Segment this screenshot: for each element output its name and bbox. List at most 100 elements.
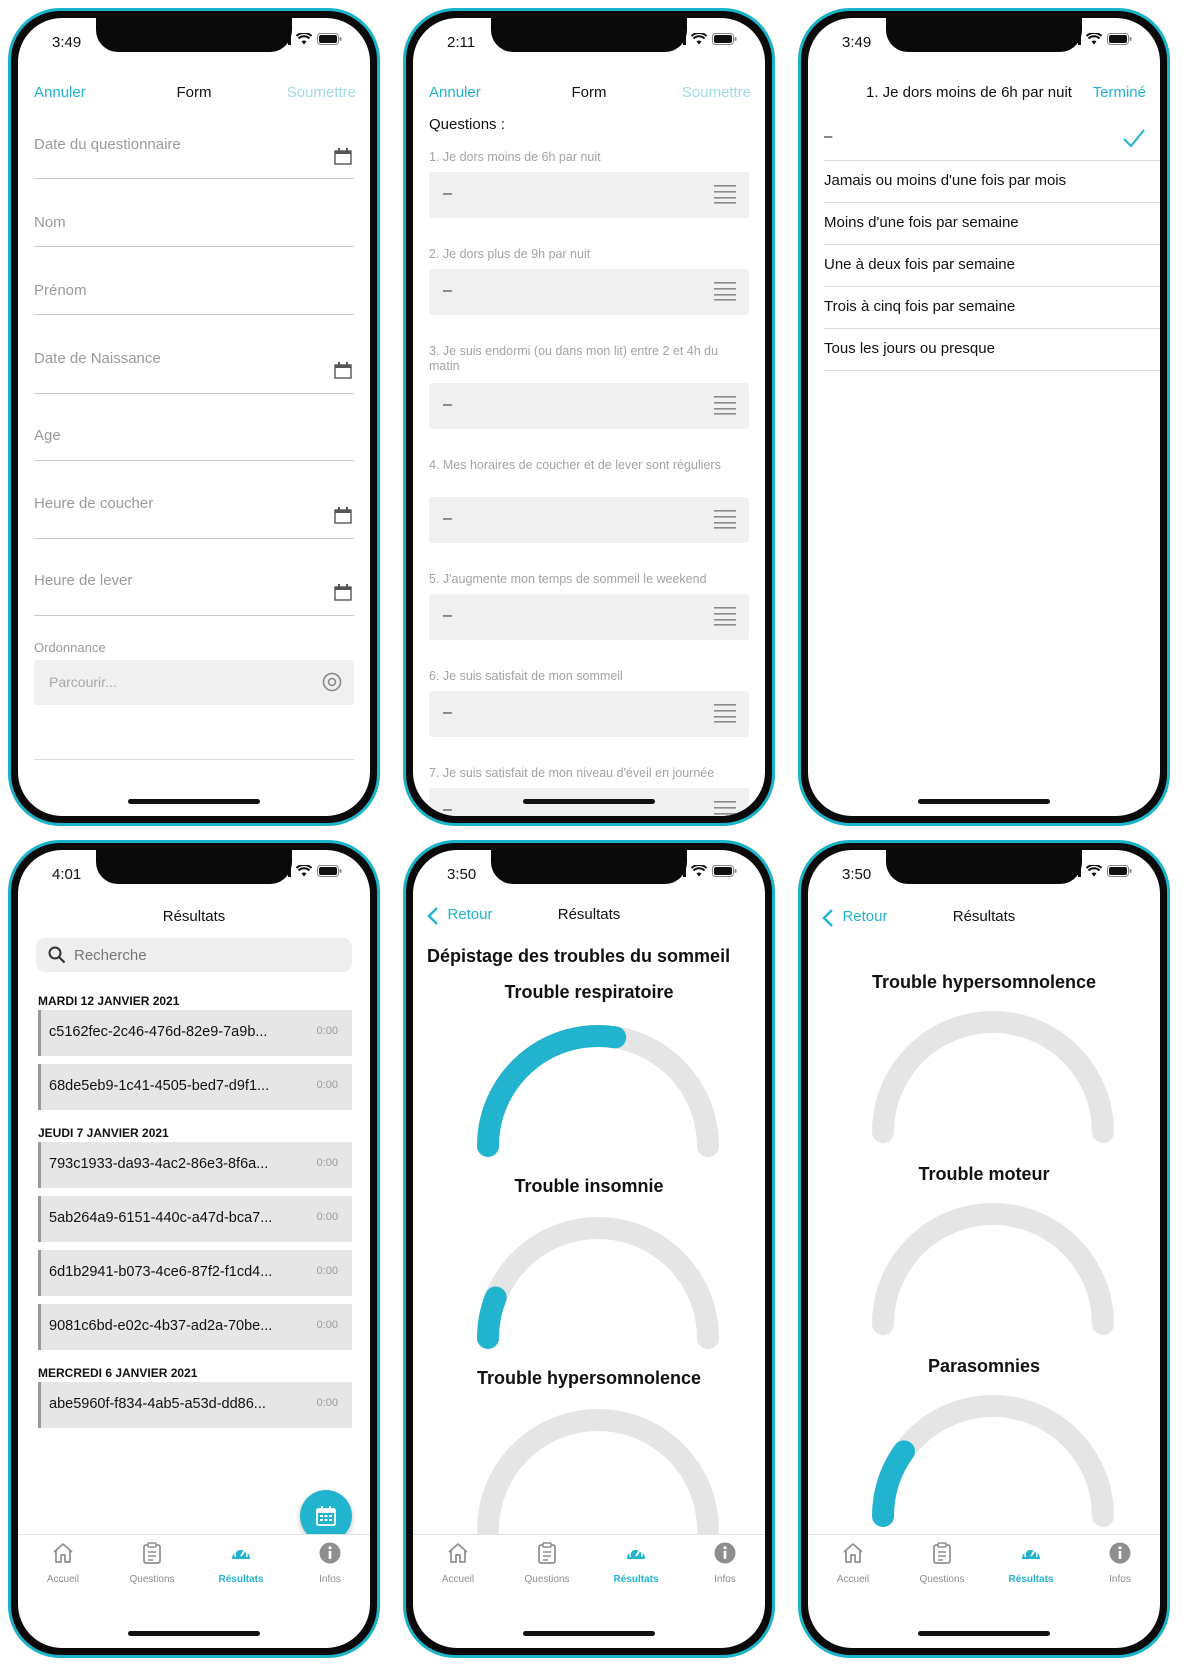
gauge-title: Trouble insomnie: [514, 1176, 664, 1196]
tab-accueil[interactable]: Accueil: [23, 1541, 103, 1585]
gauge-trouble-hypersomnolence: [477, 1409, 719, 1541]
answer-select[interactable]: –: [429, 383, 749, 429]
result-time: 0:00: [316, 1025, 338, 1037]
camera-icon[interactable]: [322, 672, 342, 692]
answer-select[interactable]: –: [429, 594, 749, 640]
result-id: c5162fec-2c46-476d-82e9-7a9b...: [49, 1024, 268, 1040]
result-id: abe5960f-f834-4ab5-a53d-dd86...: [49, 1396, 266, 1412]
tab-questions[interactable]: Questions: [902, 1541, 982, 1585]
wifi-icon: [296, 33, 312, 45]
submit-button[interactable]: Soumettre: [287, 84, 356, 101]
option-item[interactable]: Une à deux fois par semaine: [824, 244, 1160, 287]
answer-value: –: [443, 396, 452, 413]
result-row[interactable]: 793c1933-da93-4ac2-86e3-8f6a... 0:00: [38, 1142, 352, 1188]
gauge-trouble-respiratoire: [477, 1025, 719, 1157]
status-time: 3:49: [52, 34, 82, 51]
result-id: 9081c6bd-e02c-4b37-ad2a-70be...: [49, 1318, 273, 1334]
option-item[interactable]: Moins d'une fois par semaine: [824, 202, 1160, 245]
tab-label: Infos: [1109, 1574, 1131, 1585]
done-button[interactable]: Terminé: [1093, 84, 1146, 101]
gauge-title: Trouble hypersomnolence: [476, 1368, 702, 1388]
tab-label: Questions: [129, 1574, 175, 1585]
picker-title: 1. Je dors moins de 6h par nuit: [866, 84, 1072, 101]
notch: [886, 18, 1082, 52]
tab-infos[interactable]: Infos: [290, 1541, 370, 1585]
calendar-icon[interactable]: [334, 507, 352, 524]
option-item[interactable]: Tous les jours ou presque: [824, 328, 1160, 371]
nav-bar: Annuler Form Soumettre: [413, 84, 765, 108]
speedometer-icon: [229, 1541, 253, 1565]
phone-frame-results-detail-1: 3:50 Retour Résultats Dépistage des trou…: [403, 840, 775, 1658]
tab-bar: Accueil Questions Résultats Infos: [413, 1534, 765, 1605]
tab-resultats[interactable]: Résultats: [201, 1541, 281, 1585]
list-icon: [714, 509, 736, 529]
tab-label: Accueil: [46, 1574, 80, 1585]
answer-select[interactable]: –: [429, 269, 749, 315]
picker-screen: 3:49 1. Je dors moins de 6h par nuit Ter…: [808, 18, 1160, 816]
option-item[interactable]: Trois à cinq fois par semaine: [824, 286, 1160, 329]
info-icon: [1108, 1541, 1132, 1565]
questions-screen: 2:11 Annuler Form Soumettre Questions : …: [413, 18, 765, 816]
prenom-field[interactable]: Prénom: [34, 282, 354, 315]
gauge-trouble-insomnie: [477, 1217, 719, 1349]
field-label: Heure de lever: [34, 572, 133, 589]
date-questionnaire-field[interactable]: Date du questionnaire: [34, 136, 354, 179]
answer-select[interactable]: –: [429, 172, 749, 218]
result-id: 6d1b2941-b073-4ce6-87f2-f1cd4...: [49, 1264, 273, 1280]
age-field[interactable]: Age: [34, 427, 354, 461]
notch: [491, 18, 687, 52]
tab-resultats[interactable]: Résultats: [991, 1541, 1071, 1585]
browse-input[interactable]: Parcourir...: [34, 660, 354, 705]
answer-select[interactable]: –: [429, 497, 749, 543]
result-row[interactable]: 9081c6bd-e02c-4b37-ad2a-70be... 0:00: [38, 1304, 352, 1350]
clipboard-icon: [930, 1541, 954, 1565]
gauge-fill: [477, 1286, 507, 1349]
result-row[interactable]: 5ab264a9-6151-440c-a47d-bca7... 0:00: [38, 1196, 352, 1242]
tab-infos[interactable]: Infos: [685, 1541, 765, 1585]
results-detail-screen: 3:50 Retour Résultats Trouble hypersomno…: [808, 850, 1160, 1648]
submit-button[interactable]: Soumettre: [682, 84, 751, 101]
result-row[interactable]: abe5960f-f834-4ab5-a53d-dd86... 0:00: [38, 1382, 352, 1428]
answer-value: –: [443, 185, 452, 202]
status-time: 3:49: [842, 34, 872, 51]
tab-label: Accueil: [836, 1574, 870, 1585]
battery-icon: [317, 865, 342, 877]
tab-resultats[interactable]: Résultats: [596, 1541, 676, 1585]
clipboard-icon: [535, 1541, 559, 1565]
option-item[interactable]: Jamais ou moins d'une fois par mois: [824, 160, 1160, 203]
tab-accueil[interactable]: Accueil: [418, 1541, 498, 1585]
result-row[interactable]: 6d1b2941-b073-4ce6-87f2-f1cd4... 0:00: [38, 1250, 352, 1296]
calendar-icon[interactable]: [334, 148, 352, 165]
status-time: 4:01: [52, 866, 82, 883]
search-bar[interactable]: Recherche: [36, 938, 352, 972]
date-naissance-field[interactable]: Date de Naissance: [34, 350, 354, 394]
heure-coucher-field[interactable]: Heure de coucher: [34, 495, 354, 539]
calendar-icon[interactable]: [334, 584, 352, 601]
clipboard-icon: [140, 1541, 164, 1565]
wifi-icon: [1086, 33, 1102, 45]
calendar-icon[interactable]: [334, 362, 352, 379]
gauge-track: [477, 1025, 719, 1157]
option-label: –: [824, 128, 833, 145]
gauge-title: Trouble respiratoire: [504, 982, 674, 1002]
tab-bar: Accueil Questions Résultats Infos: [18, 1534, 370, 1605]
tab-questions[interactable]: Questions: [112, 1541, 192, 1585]
tab-accueil[interactable]: Accueil: [813, 1541, 893, 1585]
battery-icon: [1107, 865, 1132, 877]
option-selected[interactable]: –: [824, 116, 1160, 161]
battery-icon: [317, 33, 342, 45]
heure-lever-field[interactable]: Heure de lever: [34, 572, 354, 616]
phone-frame-picker: 3:49 1. Je dors moins de 6h par nuit Ter…: [798, 8, 1170, 826]
field-label: Prénom: [34, 282, 87, 299]
gauge-track: [477, 1217, 719, 1349]
nom-field[interactable]: Nom: [34, 214, 354, 247]
tab-questions[interactable]: Questions: [507, 1541, 587, 1585]
tab-infos[interactable]: Infos: [1080, 1541, 1160, 1585]
home-indicator: [523, 799, 655, 804]
answer-select[interactable]: –: [429, 691, 749, 737]
date-section-header: MERCREDI 6 JANVIER 2021: [38, 1366, 198, 1380]
result-row[interactable]: c5162fec-2c46-476d-82e9-7a9b... 0:00: [38, 1010, 352, 1056]
phone-frame-results-detail-2: 3:50 Retour Résultats Trouble hypersomno…: [798, 840, 1170, 1658]
divider: [34, 759, 354, 760]
result-row[interactable]: 68de5eb9-1c41-4505-bed7-d9f1... 0:00: [38, 1064, 352, 1110]
